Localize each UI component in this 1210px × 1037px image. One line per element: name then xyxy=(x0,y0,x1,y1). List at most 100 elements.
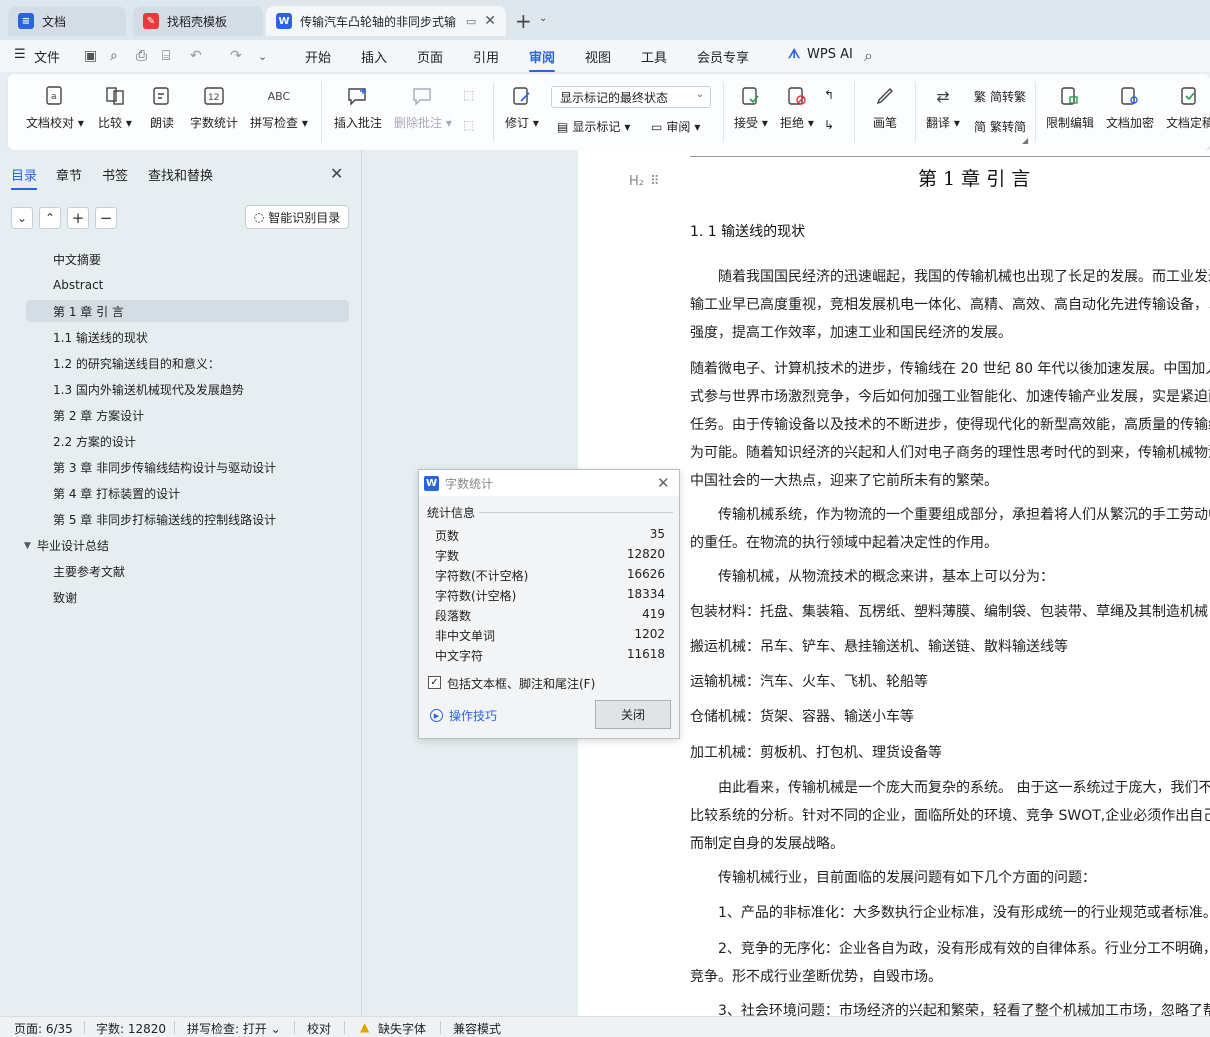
tab-current-doc[interactable]: W 传输汽车凸轮轴的非同步式输 ▭ ✕ xyxy=(266,6,506,36)
toc-item[interactable]: 第 4 章 打标装置的设计 xyxy=(26,482,349,504)
toc-item[interactable]: 2.2 方案的设计 xyxy=(26,430,349,452)
toc-item[interactable]: 1.3 国内外输送机械现代及发展趋势 xyxy=(26,378,349,400)
tab-docs[interactable]: ≡ 文档 xyxy=(8,6,126,36)
markup-display-select[interactable]: 显示标记的最终状态 ⌄ xyxy=(551,86,711,108)
hamburger-icon[interactable]: ☰ xyxy=(14,47,26,62)
stats-group-label: 统计信息 xyxy=(427,506,476,520)
close-button[interactable]: 关闭 xyxy=(595,700,671,729)
spell-check-button[interactable]: ABC 拼写检查 ▾ xyxy=(250,84,308,131)
doc-proofread-button[interactable]: a 文档校对 ▾ xyxy=(26,84,84,131)
doc-proofread-label: 文档校对 xyxy=(26,116,75,130)
print-preview-icon[interactable]: ⌸ xyxy=(162,48,170,64)
prev-comment-icon[interactable]: ⬚ xyxy=(463,88,474,102)
toc-item[interactable]: 第 3 章 非同步传输线结构设计与驱动设计 xyxy=(26,456,349,478)
chevron-down-icon[interactable]: ⌄ xyxy=(258,50,267,63)
menu-member[interactable]: 会员专享 xyxy=(697,47,749,66)
toc-item-selected[interactable]: 第 1 章 引 言 xyxy=(26,300,349,322)
tab-docer[interactable]: ✎ 找稻壳模板 xyxy=(133,6,263,36)
tab-close-icon[interactable]: ✕ xyxy=(484,13,496,29)
wps-docs-icon: ≡ xyxy=(18,13,34,29)
new-tab-plus-icon[interactable]: + xyxy=(515,9,532,33)
status-proofread[interactable]: 校对 xyxy=(307,1020,331,1037)
smart-toc-button[interactable]: ◌ 智能识别目录 xyxy=(245,205,349,229)
print-icon[interactable]: ⎙ xyxy=(136,48,147,64)
nav-tab-chapters[interactable]: 章节 xyxy=(56,165,82,184)
toc-item[interactable]: 中文摘要 xyxy=(26,248,349,270)
delete-comment-button[interactable]: 删除批注 ▾ xyxy=(394,84,452,131)
nav-tab-find-replace[interactable]: 查找和替换 xyxy=(148,165,213,184)
toc-item[interactable]: 致谢 xyxy=(26,586,349,608)
stat-row: 字符数(不计空格) 16626 xyxy=(435,567,665,584)
status-missing-font[interactable]: 缺失字体 xyxy=(378,1020,426,1037)
add-icon[interactable]: + xyxy=(67,207,89,229)
nav-tab-toc[interactable]: 目录 xyxy=(11,165,38,190)
redo-icon[interactable]: ↷ xyxy=(230,48,242,64)
encrypt-button[interactable]: 文档加密 xyxy=(1106,84,1154,131)
toc-item[interactable]: 毕业设计总结 xyxy=(26,534,349,556)
document-line: 式参与世界市场激烈竞争，今后如何加强工业智能化、加速传输产业发展，实是紧迫而 xyxy=(690,389,1210,405)
window-icon[interactable]: ▭ xyxy=(466,15,476,28)
tab-title: 文档 xyxy=(42,14,67,29)
show-markup-button[interactable]: ▤ 显示标记 ▾ xyxy=(557,118,630,135)
tips-link[interactable]: ▶ 操作技巧 xyxy=(430,707,497,724)
restrict-edit-button[interactable]: 限制编辑 xyxy=(1046,84,1094,131)
export-pdf-icon[interactable]: ⌕ xyxy=(110,48,118,64)
menu-reference[interactable]: 引用 xyxy=(473,47,499,66)
menu-review[interactable]: 审阅 xyxy=(529,47,556,72)
close-icon[interactable]: ✕ xyxy=(657,474,670,492)
toc-item[interactable]: 第 5 章 非同步打标输送线的控制线路设计 xyxy=(26,508,349,530)
toc-item[interactable]: 1.2 的研究输送线目的和意义： xyxy=(26,352,349,374)
status-word-count[interactable]: 字数: 12820 xyxy=(96,1020,166,1037)
dialog-launcher-icon[interactable]: ◢ xyxy=(1022,136,1028,145)
toc-item[interactable]: Abstract xyxy=(26,274,349,296)
undo-icon[interactable]: ↶ xyxy=(190,48,202,64)
review-pane-button[interactable]: ▭ 审阅 ▾ xyxy=(651,118,700,135)
menu-page[interactable]: 页面 xyxy=(417,47,443,66)
save-icon[interactable]: ▣ xyxy=(84,48,97,64)
menu-home[interactable]: 开始 xyxy=(305,47,331,66)
close-icon[interactable]: ✕ xyxy=(330,164,343,183)
prev-change-icon[interactable]: ↰ xyxy=(824,88,834,102)
toc-item[interactable]: 主要参考文献 xyxy=(26,560,349,582)
read-aloud-button[interactable]: 朗读 xyxy=(149,84,175,131)
minus-icon[interactable]: − xyxy=(95,207,117,229)
chevron-down-icon[interactable]: ⌄ xyxy=(11,207,33,229)
translate-button[interactable]: ⇄ 翻译 ▾ xyxy=(926,84,960,131)
proofread-icon: a xyxy=(42,84,68,108)
next-comment-icon[interactable]: ⬚ xyxy=(463,118,474,132)
tips-label: 操作技巧 xyxy=(449,709,498,723)
insert-comment-button[interactable]: 插入批注 xyxy=(334,84,382,131)
chevron-down-icon[interactable]: ⌄ xyxy=(539,13,547,24)
pen-button[interactable]: 画笔 xyxy=(872,84,898,131)
doc-final-button[interactable]: 文档定稿 xyxy=(1166,84,1210,131)
menu-view[interactable]: 视图 xyxy=(585,47,611,66)
compare-button[interactable]: 比较 ▾ xyxy=(98,84,132,131)
drag-handle-icon[interactable]: ⠿ xyxy=(650,174,659,189)
revise-button[interactable]: 修订 ▾ xyxy=(505,84,539,131)
toc-item[interactable]: 第 2 章 方案设计 xyxy=(26,404,349,426)
status-page[interactable]: 页面: 6/35 xyxy=(14,1020,73,1037)
heading-level-marker[interactable]: H₂ xyxy=(629,174,644,189)
translate-label: 翻译 xyxy=(926,116,951,130)
to-traditional-button[interactable]: 繁 简转繁 xyxy=(974,88,1026,105)
menu-file[interactable]: 文件 xyxy=(34,47,60,66)
status-spell-check[interactable]: 拼写检查: 打开 ⌄ xyxy=(187,1020,281,1037)
to-simplified-label: 繁转简 xyxy=(990,120,1027,134)
reject-button[interactable]: 拒绝 ▾ xyxy=(780,84,814,131)
menu-wps-ai[interactable]: WPS AI xyxy=(807,47,853,62)
nav-tab-bookmarks[interactable]: 书签 xyxy=(102,165,128,184)
to-simplified-button[interactable]: 简 繁转简 xyxy=(974,118,1026,135)
include-textbox-label[interactable]: 包括文本框、脚注和尾注(F) xyxy=(447,675,595,692)
page-top-border xyxy=(690,156,1210,157)
accept-button[interactable]: 接受 ▾ xyxy=(734,84,768,131)
next-change-icon[interactable]: ↳ xyxy=(824,118,834,132)
menu-tools[interactable]: 工具 xyxy=(641,47,667,66)
chevron-up-icon[interactable]: ⌃ xyxy=(39,207,61,229)
search-icon[interactable]: ⌕ xyxy=(864,46,873,66)
include-textbox-checkbox[interactable]: ✓ xyxy=(428,676,441,689)
dialog-titlebar[interactable]: W 字数统计 xyxy=(419,470,679,496)
toc-item[interactable]: 1.1 输送线的现状 xyxy=(26,326,349,348)
stat-row: 非中文单词 1202 xyxy=(435,627,665,644)
menu-insert[interactable]: 插入 xyxy=(361,47,387,66)
word-count-button[interactable]: 12 字数统计 xyxy=(190,84,238,131)
